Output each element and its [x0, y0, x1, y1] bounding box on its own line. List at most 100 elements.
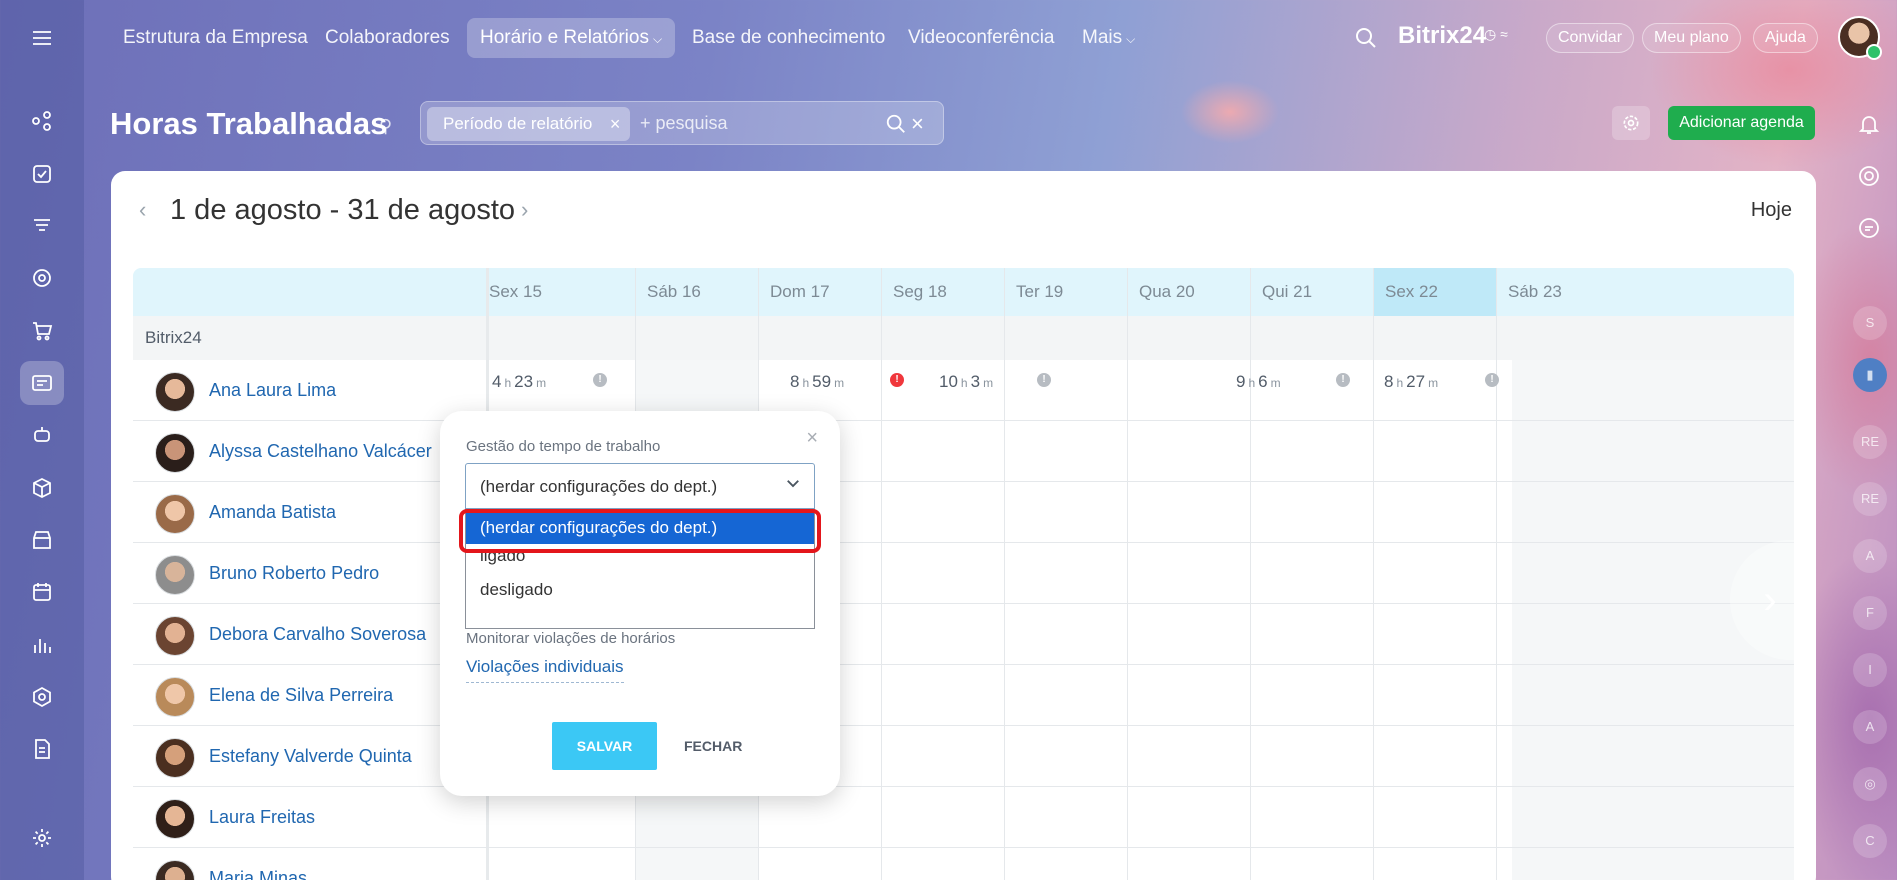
- invite-button[interactable]: Convidar: [1546, 23, 1635, 53]
- help-button[interactable]: Ajuda: [1753, 23, 1818, 53]
- tasks-icon[interactable]: [20, 152, 64, 196]
- employee-name[interactable]: Amanda Batista: [209, 502, 336, 523]
- nav-more[interactable]: Mais ⌵: [1069, 18, 1148, 58]
- next-period-icon[interactable]: ›: [521, 197, 528, 223]
- chat-avatar[interactable]: C: [1853, 824, 1887, 858]
- highlight-annotation: [459, 509, 821, 553]
- option-off[interactable]: desligado: [466, 574, 814, 606]
- bell-icon[interactable]: [1857, 112, 1881, 136]
- day-header: Qui 21: [1262, 282, 1313, 301]
- add-schedule-button[interactable]: Adicionar agenda: [1668, 106, 1815, 140]
- save-button[interactable]: SALVAR: [552, 722, 657, 770]
- chat-avatar-image[interactable]: ◎: [1853, 767, 1887, 801]
- warning-icon[interactable]: !: [890, 373, 904, 387]
- employee-name[interactable]: Ana Laura Lima: [209, 380, 336, 401]
- work-time-select[interactable]: (herdar configurações do dept.): [465, 463, 815, 509]
- violations-label: Monitorar violações de horários: [466, 630, 676, 647]
- timeman-icon[interactable]: [20, 361, 64, 405]
- cart-icon[interactable]: [20, 309, 64, 353]
- box-icon[interactable]: [20, 466, 64, 510]
- chat-avatar[interactable]: RE: [1853, 425, 1887, 459]
- employee-name[interactable]: Debora Carvalho Soverosa: [209, 624, 426, 645]
- today-button[interactable]: Hoje: [1751, 199, 1792, 222]
- menu-icon[interactable]: [20, 16, 64, 60]
- avatar[interactable]: [155, 555, 195, 595]
- analytics-icon[interactable]: [20, 623, 64, 667]
- nav-knowledge-base[interactable]: Base de conhecimento: [679, 18, 898, 58]
- user-avatar[interactable]: [1838, 16, 1882, 60]
- document-icon[interactable]: [20, 727, 64, 771]
- chat-icon[interactable]: [1857, 216, 1881, 240]
- employee-name[interactable]: Laura Freitas: [209, 807, 315, 828]
- avatar[interactable]: [155, 616, 195, 656]
- chat-avatar[interactable]: RE: [1853, 482, 1887, 516]
- employee-name[interactable]: Bruno Roberto Pedro: [209, 563, 379, 584]
- minutes-unit: m: [834, 376, 845, 390]
- employee-name[interactable]: Alyssa Castelhano Valcácer: [209, 441, 432, 462]
- settings-icon[interactable]: [20, 816, 64, 860]
- info-icon[interactable]: !: [1485, 373, 1499, 387]
- avatar[interactable]: [155, 738, 195, 778]
- chat-avatar[interactable]: I: [1853, 653, 1887, 687]
- employee-name[interactable]: Elena de Silva Perreira: [209, 685, 393, 706]
- day-header-today: Sex 22: [1373, 268, 1496, 316]
- department-name: Bitrix24: [145, 328, 202, 347]
- info-icon[interactable]: !: [1037, 373, 1051, 387]
- individual-violations-link[interactable]: Violações individuais: [466, 657, 624, 683]
- search-input[interactable]: + pesquisa: [640, 113, 728, 134]
- day-header: Sáb 16: [647, 282, 701, 301]
- nav-time-reports[interactable]: Horário e Relatórios ⌵: [467, 18, 676, 58]
- worked-time[interactable]: 8 h 59 m: [790, 372, 847, 392]
- filter-search-bar[interactable]: Período de relatório × + pesquisa ×: [420, 101, 944, 145]
- clear-icon[interactable]: ×: [911, 111, 924, 137]
- avatar[interactable]: [155, 372, 195, 412]
- status-indicator: [1866, 44, 1882, 60]
- info-icon[interactable]: !: [593, 373, 607, 387]
- chat-avatar[interactable]: A: [1853, 710, 1887, 744]
- target-icon[interactable]: [20, 256, 64, 300]
- settings-button[interactable]: [1612, 106, 1650, 140]
- robot-icon[interactable]: [20, 413, 64, 457]
- chat-avatar[interactable]: F: [1853, 596, 1887, 630]
- worked-time[interactable]: 4 h 23 m: [492, 372, 549, 392]
- my-plan-button[interactable]: Meu plano: [1642, 23, 1741, 53]
- nav-employees[interactable]: Colaboradores: [312, 18, 463, 58]
- crm-icon[interactable]: [20, 204, 64, 248]
- avatar[interactable]: [155, 799, 195, 839]
- calendar-icon[interactable]: [20, 570, 64, 614]
- store-icon[interactable]: [20, 518, 64, 562]
- remove-filter-icon[interactable]: ×: [610, 107, 621, 141]
- nav-videoconference[interactable]: Videoconferência: [895, 18, 1067, 58]
- pin-icon[interactable]: ⚲: [379, 116, 392, 137]
- filter-tag[interactable]: Período de relatório ×: [427, 107, 631, 141]
- chat-avatar[interactable]: A: [1853, 539, 1887, 573]
- day-header: Sex 15: [489, 282, 542, 301]
- info-icon[interactable]: !: [1336, 373, 1350, 387]
- work-time-label: Gestão do tempo de trabalho: [466, 438, 661, 455]
- avatar[interactable]: [155, 860, 195, 880]
- close-icon[interactable]: ×: [806, 427, 818, 450]
- select-value: (herdar configurações do dept.): [480, 477, 718, 496]
- avatar[interactable]: [155, 677, 195, 717]
- employee-name[interactable]: Estefany Valverde Quinta: [209, 746, 412, 767]
- avatar[interactable]: [155, 494, 195, 534]
- bookmark-icon[interactable]: ▮: [1853, 358, 1887, 392]
- employee-name[interactable]: Maria Minas: [209, 868, 307, 880]
- brand-logo[interactable]: Bitrix24: [1398, 22, 1486, 50]
- previous-period-icon[interactable]: ‹: [139, 197, 146, 223]
- search-icon[interactable]: [1354, 26, 1378, 50]
- close-button[interactable]: FECHAR: [672, 722, 754, 770]
- worked-time[interactable]: 10 h 3 m: [939, 372, 996, 392]
- worked-time[interactable]: 9h6m: [1236, 372, 1284, 392]
- hexagon-icon[interactable]: [20, 675, 64, 719]
- avatar[interactable]: [155, 433, 195, 473]
- chat-avatar[interactable]: S: [1853, 306, 1887, 340]
- table-row: Elena de Silva Perreira: [133, 665, 1794, 726]
- radar-icon[interactable]: [1857, 164, 1881, 188]
- feed-icon[interactable]: [20, 99, 64, 143]
- minutes-unit: m: [983, 376, 994, 390]
- search-icon[interactable]: [885, 113, 907, 135]
- gear-icon: [1623, 115, 1639, 131]
- nav-company-structure[interactable]: Estrutura da Empresa: [110, 18, 321, 58]
- worked-time[interactable]: 8 h 27 m: [1384, 372, 1441, 392]
